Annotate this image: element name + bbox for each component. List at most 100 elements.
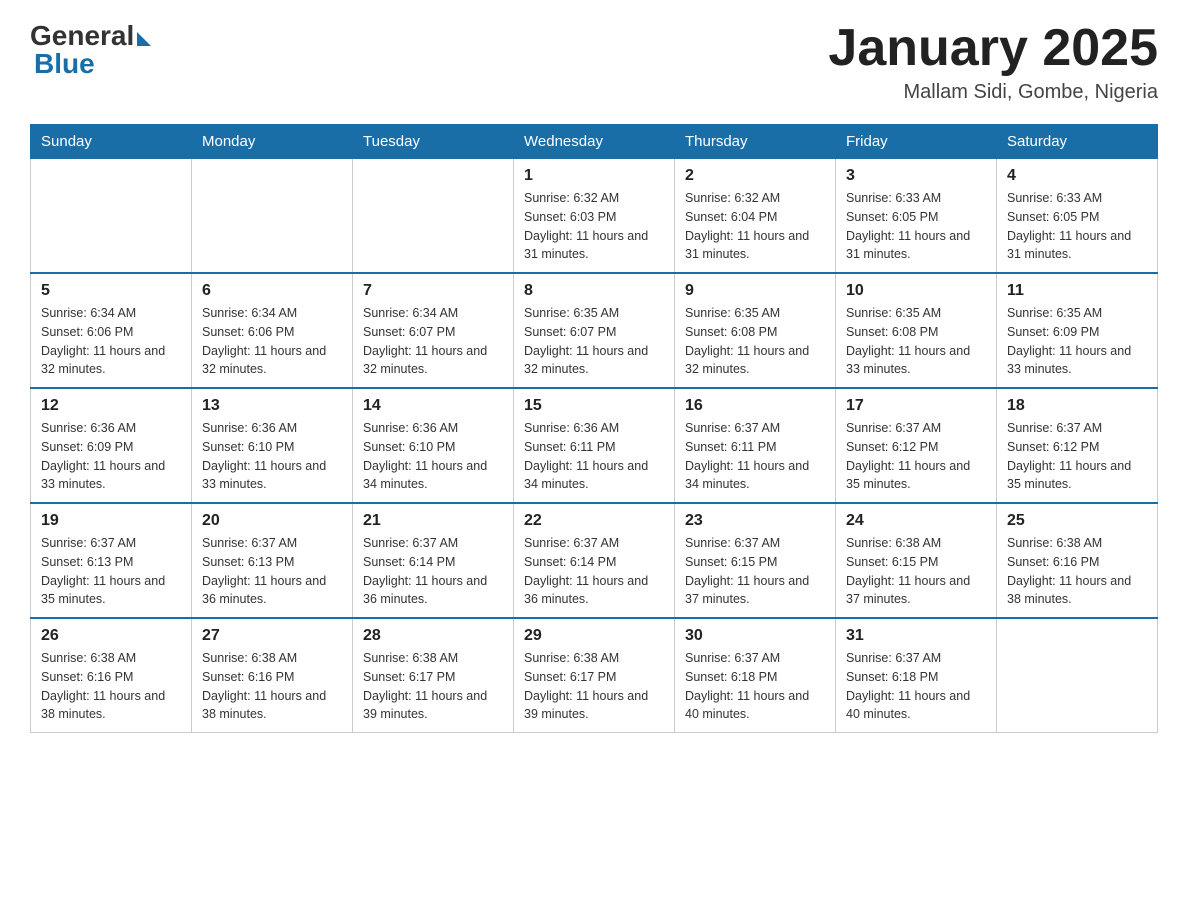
weekday-header-thursday: Thursday bbox=[675, 125, 836, 159]
day-number: 30 bbox=[685, 627, 825, 645]
weekday-header-saturday: Saturday bbox=[997, 125, 1158, 159]
day-info: Sunrise: 6:37 AMSunset: 6:11 PMDaylight:… bbox=[685, 419, 825, 494]
calendar-day-31: 31 Sunrise: 6:37 AMSunset: 6:18 PMDayligh… bbox=[836, 618, 997, 733]
day-number: 26 bbox=[41, 627, 181, 645]
calendar-day-2: 2 Sunrise: 6:32 AMSunset: 6:04 PMDaylight… bbox=[675, 159, 836, 274]
calendar-week-row: 5 Sunrise: 6:34 AMSunset: 6:06 PMDaylight… bbox=[31, 273, 1158, 388]
weekday-header-sunday: Sunday bbox=[31, 125, 192, 159]
calendar-day-29: 29 Sunrise: 6:38 AMSunset: 6:17 PMDayligh… bbox=[514, 618, 675, 733]
day-number: 22 bbox=[524, 512, 664, 530]
day-info: Sunrise: 6:37 AMSunset: 6:15 PMDaylight:… bbox=[685, 534, 825, 609]
day-info: Sunrise: 6:33 AMSunset: 6:05 PMDaylight:… bbox=[846, 189, 986, 264]
location: Mallam Sidi, Gombe, Nigeria bbox=[828, 81, 1158, 104]
day-info: Sunrise: 6:38 AMSunset: 6:16 PMDaylight:… bbox=[41, 649, 181, 724]
calendar-day-19: 19 Sunrise: 6:37 AMSunset: 6:13 PMDayligh… bbox=[31, 503, 192, 618]
day-info: Sunrise: 6:37 AMSunset: 6:13 PMDaylight:… bbox=[202, 534, 342, 609]
day-info: Sunrise: 6:34 AMSunset: 6:06 PMDaylight:… bbox=[202, 304, 342, 379]
calendar-day-28: 28Sunrise: 6:38 AMSunset: 6:17 PMDayligh… bbox=[353, 618, 514, 733]
calendar-week-row: 12 Sunrise: 6:36 AMSunset: 6:09 PMDayligh… bbox=[31, 388, 1158, 503]
day-info: Sunrise: 6:37 AMSunset: 6:12 PMDaylight:… bbox=[846, 419, 986, 494]
calendar-day-4: 4Sunrise: 6:33 AMSunset: 6:05 PMDaylight… bbox=[997, 159, 1158, 274]
day-number: 8 bbox=[524, 282, 664, 300]
day-number: 19 bbox=[41, 512, 181, 530]
day-info: Sunrise: 6:37 AMSunset: 6:14 PMDaylight:… bbox=[363, 534, 503, 609]
calendar-week-row: 26 Sunrise: 6:38 AMSunset: 6:16 PMDayligh… bbox=[31, 618, 1158, 733]
day-info: Sunrise: 6:32 AMSunset: 6:03 PMDaylight:… bbox=[524, 189, 664, 264]
calendar-day-18: 18 Sunrise: 6:37 AMSunset: 6:12 PMDayligh… bbox=[997, 388, 1158, 503]
day-number: 4 bbox=[1007, 167, 1147, 185]
day-number: 25 bbox=[1007, 512, 1147, 530]
day-info: Sunrise: 6:36 AMSunset: 6:09 PMDaylight:… bbox=[41, 419, 181, 494]
month-title: January 2025 bbox=[828, 20, 1158, 77]
day-number: 12 bbox=[41, 397, 181, 415]
weekday-header-wednesday: Wednesday bbox=[514, 125, 675, 159]
logo: General Blue bbox=[30, 20, 151, 80]
calendar-day-5: 5 Sunrise: 6:34 AMSunset: 6:06 PMDaylight… bbox=[31, 273, 192, 388]
calendar-day-24: 24Sunrise: 6:38 AMSunset: 6:15 PMDayligh… bbox=[836, 503, 997, 618]
day-number: 27 bbox=[202, 627, 342, 645]
calendar-empty-cell bbox=[31, 159, 192, 274]
day-number: 18 bbox=[1007, 397, 1147, 415]
day-info: Sunrise: 6:35 AMSunset: 6:07 PMDaylight:… bbox=[524, 304, 664, 379]
weekday-header-row: SundayMondayTuesdayWednesdayThursdayFrid… bbox=[31, 125, 1158, 159]
calendar-day-11: 11Sunrise: 6:35 AMSunset: 6:09 PMDayligh… bbox=[997, 273, 1158, 388]
day-info: Sunrise: 6:34 AMSunset: 6:06 PMDaylight:… bbox=[41, 304, 181, 379]
calendar-day-15: 15 Sunrise: 6:36 AMSunset: 6:11 PMDayligh… bbox=[514, 388, 675, 503]
calendar-empty-cell bbox=[353, 159, 514, 274]
calendar-day-21: 21Sunrise: 6:37 AMSunset: 6:14 PMDayligh… bbox=[353, 503, 514, 618]
day-info: Sunrise: 6:38 AMSunset: 6:16 PMDaylight:… bbox=[202, 649, 342, 724]
calendar-day-20: 20 Sunrise: 6:37 AMSunset: 6:13 PMDayligh… bbox=[192, 503, 353, 618]
day-info: Sunrise: 6:37 AMSunset: 6:18 PMDaylight:… bbox=[846, 649, 986, 724]
day-info: Sunrise: 6:35 AMSunset: 6:09 PMDaylight:… bbox=[1007, 304, 1147, 379]
page-header: General Blue January 2025 Mallam Sidi, G… bbox=[30, 20, 1158, 104]
logo-arrow-icon bbox=[137, 32, 151, 46]
calendar-day-3: 3Sunrise: 6:33 AMSunset: 6:05 PMDaylight… bbox=[836, 159, 997, 274]
weekday-header-monday: Monday bbox=[192, 125, 353, 159]
day-number: 16 bbox=[685, 397, 825, 415]
day-number: 7 bbox=[363, 282, 503, 300]
day-info: Sunrise: 6:37 AMSunset: 6:18 PMDaylight:… bbox=[685, 649, 825, 724]
calendar-day-6: 6 Sunrise: 6:34 AMSunset: 6:06 PMDaylight… bbox=[192, 273, 353, 388]
day-info: Sunrise: 6:34 AMSunset: 6:07 PMDaylight:… bbox=[363, 304, 503, 379]
day-info: Sunrise: 6:36 AMSunset: 6:10 PMDaylight:… bbox=[202, 419, 342, 494]
calendar-empty-cell bbox=[192, 159, 353, 274]
weekday-header-tuesday: Tuesday bbox=[353, 125, 514, 159]
calendar-day-16: 16 Sunrise: 6:37 AMSunset: 6:11 PMDayligh… bbox=[675, 388, 836, 503]
day-number: 24 bbox=[846, 512, 986, 530]
day-number: 20 bbox=[202, 512, 342, 530]
calendar-week-row: 1 Sunrise: 6:32 AMSunset: 6:03 PMDaylight… bbox=[31, 159, 1158, 274]
day-number: 23 bbox=[685, 512, 825, 530]
day-info: Sunrise: 6:37 AMSunset: 6:14 PMDaylight:… bbox=[524, 534, 664, 609]
calendar-day-27: 27 Sunrise: 6:38 AMSunset: 6:16 PMDayligh… bbox=[192, 618, 353, 733]
calendar-day-14: 14Sunrise: 6:36 AMSunset: 6:10 PMDayligh… bbox=[353, 388, 514, 503]
weekday-header-friday: Friday bbox=[836, 125, 997, 159]
day-info: Sunrise: 6:38 AMSunset: 6:17 PMDaylight:… bbox=[363, 649, 503, 724]
day-number: 31 bbox=[846, 627, 986, 645]
day-info: Sunrise: 6:37 AMSunset: 6:13 PMDaylight:… bbox=[41, 534, 181, 609]
calendar-day-25: 25Sunrise: 6:38 AMSunset: 6:16 PMDayligh… bbox=[997, 503, 1158, 618]
day-number: 17 bbox=[846, 397, 986, 415]
calendar-day-12: 12 Sunrise: 6:36 AMSunset: 6:09 PMDayligh… bbox=[31, 388, 192, 503]
day-number: 15 bbox=[524, 397, 664, 415]
day-info: Sunrise: 6:36 AMSunset: 6:11 PMDaylight:… bbox=[524, 419, 664, 494]
day-number: 29 bbox=[524, 627, 664, 645]
calendar-table: SundayMondayTuesdayWednesdayThursdayFrid… bbox=[30, 124, 1158, 733]
calendar-day-30: 30 Sunrise: 6:37 AMSunset: 6:18 PMDayligh… bbox=[675, 618, 836, 733]
logo-blue-text: Blue bbox=[34, 48, 151, 80]
day-number: 5 bbox=[41, 282, 181, 300]
day-number: 10 bbox=[846, 282, 986, 300]
calendar-day-13: 13Sunrise: 6:36 AMSunset: 6:10 PMDayligh… bbox=[192, 388, 353, 503]
day-info: Sunrise: 6:32 AMSunset: 6:04 PMDaylight:… bbox=[685, 189, 825, 264]
day-number: 2 bbox=[685, 167, 825, 185]
day-info: Sunrise: 6:35 AMSunset: 6:08 PMDaylight:… bbox=[685, 304, 825, 379]
calendar-day-1: 1 Sunrise: 6:32 AMSunset: 6:03 PMDaylight… bbox=[514, 159, 675, 274]
day-info: Sunrise: 6:38 AMSunset: 6:17 PMDaylight:… bbox=[524, 649, 664, 724]
calendar-day-10: 10Sunrise: 6:35 AMSunset: 6:08 PMDayligh… bbox=[836, 273, 997, 388]
calendar-day-22: 22 Sunrise: 6:37 AMSunset: 6:14 PMDayligh… bbox=[514, 503, 675, 618]
day-number: 1 bbox=[524, 167, 664, 185]
calendar-day-7: 7 Sunrise: 6:34 AMSunset: 6:07 PMDaylight… bbox=[353, 273, 514, 388]
day-number: 6 bbox=[202, 282, 342, 300]
day-info: Sunrise: 6:36 AMSunset: 6:10 PMDaylight:… bbox=[363, 419, 503, 494]
day-info: Sunrise: 6:37 AMSunset: 6:12 PMDaylight:… bbox=[1007, 419, 1147, 494]
calendar-day-8: 8 Sunrise: 6:35 AMSunset: 6:07 PMDaylight… bbox=[514, 273, 675, 388]
